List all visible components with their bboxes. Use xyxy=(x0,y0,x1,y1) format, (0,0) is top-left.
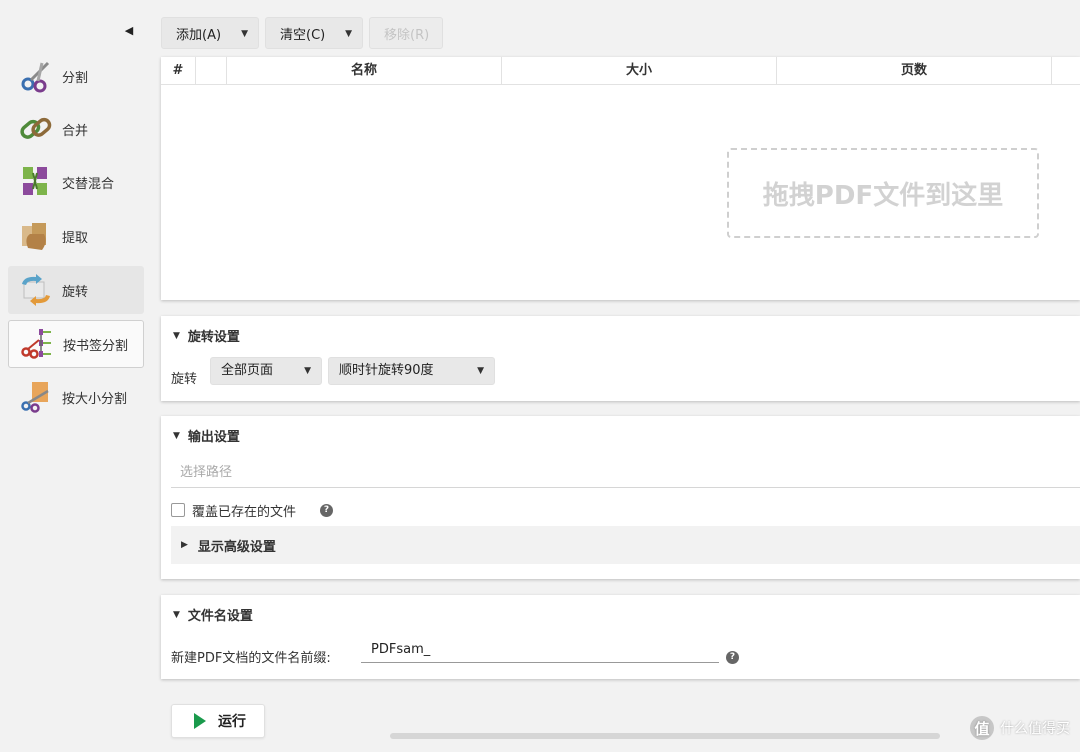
collapse-triangle-icon: ▼ xyxy=(173,430,180,441)
help-icon[interactable]: ? xyxy=(320,504,333,517)
watermark: 值 什么值得买 xyxy=(970,716,1070,740)
sidebar-item-merge[interactable]: 合并 xyxy=(8,105,144,153)
output-settings-panel: ▼ 输出设置 选择路径 覆盖已存在的文件 ? ▶ 显示高级设置 xyxy=(161,416,1080,579)
sidebar-item-label: 按书签分割 xyxy=(63,338,129,354)
alternate-mix-icon xyxy=(23,167,47,195)
watermark-text: 什么值得买 xyxy=(1000,721,1070,737)
chevron-down-icon: ▼ xyxy=(477,366,484,376)
advanced-settings-label: 显示高级设置 xyxy=(197,539,276,555)
expand-triangle-icon: ▶ xyxy=(181,540,188,550)
rotate-pages-select[interactable]: 全部页面 ▼ xyxy=(210,357,322,385)
output-settings-header[interactable]: ▼ 输出设置 xyxy=(173,426,240,445)
destination-path-input[interactable]: 选择路径 xyxy=(171,458,1080,488)
sidebar-item-rotate[interactable]: 旋转 xyxy=(8,266,144,314)
drop-zone[interactable]: 拖拽PDF文件到这里 xyxy=(727,148,1039,238)
collapse-triangle-icon: ▼ xyxy=(173,330,180,341)
sidebar-item-label: 合并 xyxy=(62,123,89,139)
select-value: 顺时针旋转90度 xyxy=(339,363,434,378)
chain-link-icon xyxy=(20,117,52,139)
section-title: 旋转设置 xyxy=(187,330,240,345)
column-header-pages[interactable]: 页数 xyxy=(777,57,1052,85)
rotate-direction-select[interactable]: 顺时针旋转90度 ▼ xyxy=(328,357,495,385)
show-advanced-settings-toggle[interactable]: ▶ 显示高级设置 xyxy=(171,526,1080,564)
column-header-index[interactable]: # xyxy=(161,57,196,85)
sidebar-item-extract[interactable]: 提取 xyxy=(8,212,144,260)
file-table-panel[interactable]: # 名称 大小 页数 拖拽PDF文件到这里 xyxy=(161,57,1080,300)
sidebar-item-label: 分割 xyxy=(62,70,89,86)
watermark-badge: 值 xyxy=(970,716,994,740)
chevron-down-icon[interactable]: ▼ xyxy=(241,29,248,39)
chevron-down-icon[interactable]: ▼ xyxy=(345,29,352,39)
rotate-settings-header[interactable]: ▼ 旋转设置 xyxy=(173,326,240,345)
section-title: 输出设置 xyxy=(187,430,240,445)
prefix-input[interactable]: PDFsam_ xyxy=(361,637,719,663)
play-icon xyxy=(194,713,206,729)
rotate-arrows-icon xyxy=(22,274,50,306)
column-header-size[interactable]: 大小 xyxy=(502,57,777,85)
sidebar-item-split-by-size[interactable]: 按大小分割 xyxy=(8,373,144,421)
sidebar-item-split[interactable]: 分割 xyxy=(8,52,144,100)
table-header: # 名称 大小 页数 xyxy=(161,57,1080,85)
rotate-label: 旋转 xyxy=(171,372,198,387)
add-button-label: 添加(A) xyxy=(176,27,222,43)
run-button[interactable]: 运行 xyxy=(171,704,265,738)
column-header-status[interactable] xyxy=(196,57,227,85)
collapse-sidebar-icon[interactable]: ◀ xyxy=(122,22,136,40)
bookmark-split-icon xyxy=(21,329,51,359)
remove-button[interactable]: 移除(R) xyxy=(369,17,443,49)
filename-settings-panel: ▼ 文件名设置 新建PDF文档的文件名前缀: PDFsam_ ? xyxy=(161,595,1080,679)
extract-hand-icon xyxy=(22,223,46,250)
remove-button-label: 移除(R) xyxy=(384,27,430,43)
scissors-icon xyxy=(21,61,50,93)
rotate-settings-panel: ▼ 旋转设置 旋转 全部页面 ▼ 顺时针旋转90度 ▼ xyxy=(161,316,1080,401)
chevron-down-icon: ▼ xyxy=(304,366,311,376)
help-icon[interactable]: ? xyxy=(726,651,739,664)
collapse-triangle-icon: ▼ xyxy=(173,609,180,620)
overwrite-checkbox[interactable] xyxy=(171,503,185,517)
clear-button-label: 清空(C) xyxy=(280,27,326,43)
sidebar-item-alternate-mix[interactable]: 交替混合 xyxy=(8,158,144,206)
add-button[interactable]: 添加(A) ▼ xyxy=(161,17,259,49)
sidebar-item-label: 按大小分割 xyxy=(62,391,128,407)
prefix-label: 新建PDF文档的文件名前缀: xyxy=(171,651,331,666)
section-title: 文件名设置 xyxy=(187,609,253,624)
run-button-label: 运行 xyxy=(218,714,246,730)
sidebar-item-label: 旋转 xyxy=(62,284,89,300)
clear-button[interactable]: 清空(C) ▼ xyxy=(265,17,363,49)
filename-settings-header[interactable]: ▼ 文件名设置 xyxy=(173,605,253,624)
sidebar-item-split-by-bookmarks[interactable]: 按书签分割 xyxy=(8,320,144,368)
overwrite-label[interactable]: 覆盖已存在的文件 xyxy=(192,501,296,520)
column-header-name[interactable]: 名称 xyxy=(227,57,502,85)
size-split-icon xyxy=(21,382,49,413)
sidebar-item-label: 提取 xyxy=(62,230,89,246)
select-value: 全部页面 xyxy=(221,363,274,378)
sidebar-item-label: 交替混合 xyxy=(62,176,115,192)
progress-bar xyxy=(390,733,940,739)
